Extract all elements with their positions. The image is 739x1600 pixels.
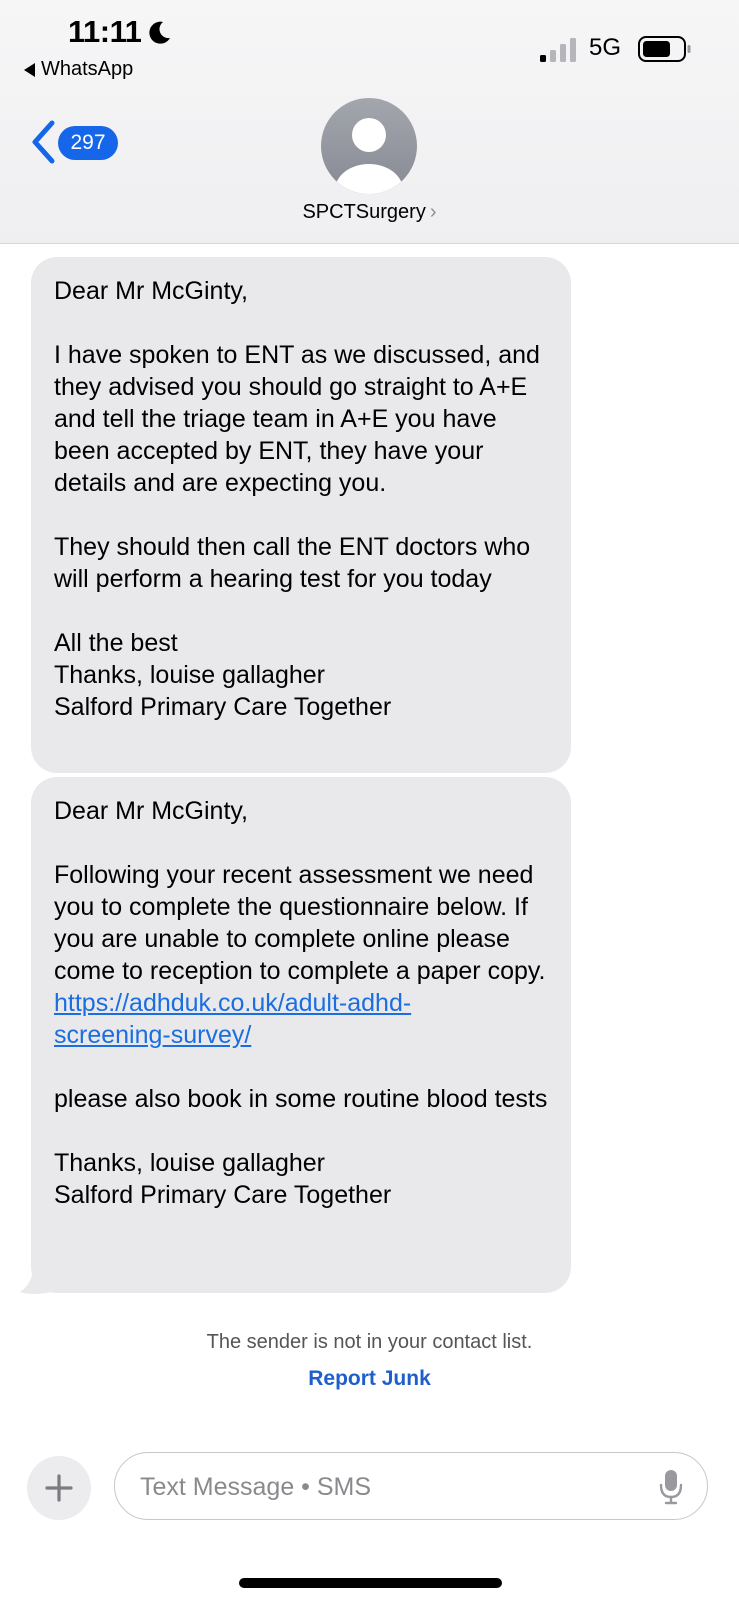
message-signoff: Salford Primary Care Together — [54, 1181, 392, 1209]
questionnaire-link[interactable]: https://adhduk.co.uk/adult-adhd- screeni… — [54, 987, 551, 1051]
message-signoff: All the best — [54, 629, 178, 657]
microphone-icon[interactable] — [659, 1469, 683, 1505]
message-bubble[interactable]: Dear Mr McGinty, I have spoken to ENT as… — [31, 257, 571, 773]
moon-icon — [149, 21, 170, 44]
unread-count-badge[interactable]: 297 — [58, 126, 118, 160]
back-triangle-icon — [24, 62, 35, 77]
home-indicator[interactable] — [239, 1578, 502, 1588]
chevron-right-icon: › — [429, 201, 437, 223]
message-bubble[interactable]: Dear Mr McGinty, Following your recent a… — [31, 777, 571, 1293]
back-chevron-icon[interactable] — [30, 120, 56, 164]
message-text: please also book in some routine blood t… — [54, 1085, 548, 1113]
link-line[interactable]: https://adhduk.co.uk/adult-adhd- — [54, 989, 411, 1017]
avatar-icon[interactable] — [321, 98, 417, 194]
back-to-app-link[interactable]: WhatsApp — [24, 58, 133, 81]
back-app-label: WhatsApp — [41, 58, 134, 80]
conversation-header: 11:11 WhatsApp 5G 297 SPCTSurgery › — [0, 0, 739, 244]
message-text: Following your recent assessment we need… — [54, 861, 546, 985]
message-signoff: Thanks, louise gallagher — [54, 661, 325, 689]
message-signoff: Salford Primary Care Together — [54, 693, 392, 721]
message-greeting: Dear Mr McGinty, — [54, 797, 248, 825]
add-attachment-button[interactable] — [27, 1456, 91, 1520]
message-signoff: Thanks, louise gallagher — [54, 1149, 325, 1177]
contact-name: SPCTSurgery — [302, 201, 426, 223]
status-time: 11:11 — [68, 14, 142, 49]
unknown-sender-notice: The sender is not in your contact list. — [206, 1331, 533, 1353]
battery-icon — [638, 36, 691, 62]
message-text: I have spoken to ENT as we discussed, an… — [54, 341, 540, 497]
report-junk-link[interactable]: Report Junk — [0, 1367, 739, 1391]
plus-icon — [45, 1474, 73, 1502]
contact-name-button[interactable]: SPCTSurgery › — [0, 201, 739, 224]
message-text: They should then call the ENT doctors wh… — [54, 533, 531, 593]
link-line[interactable]: screening-survey/ — [54, 1021, 251, 1049]
message-composer[interactable] — [114, 1452, 708, 1520]
message-greeting: Dear Mr McGinty, — [54, 277, 248, 305]
message-input[interactable] — [138, 1467, 642, 1507]
network-label: 5G — [589, 34, 622, 61]
signal-icon — [540, 38, 576, 62]
bubble-tail — [20, 1262, 52, 1294]
